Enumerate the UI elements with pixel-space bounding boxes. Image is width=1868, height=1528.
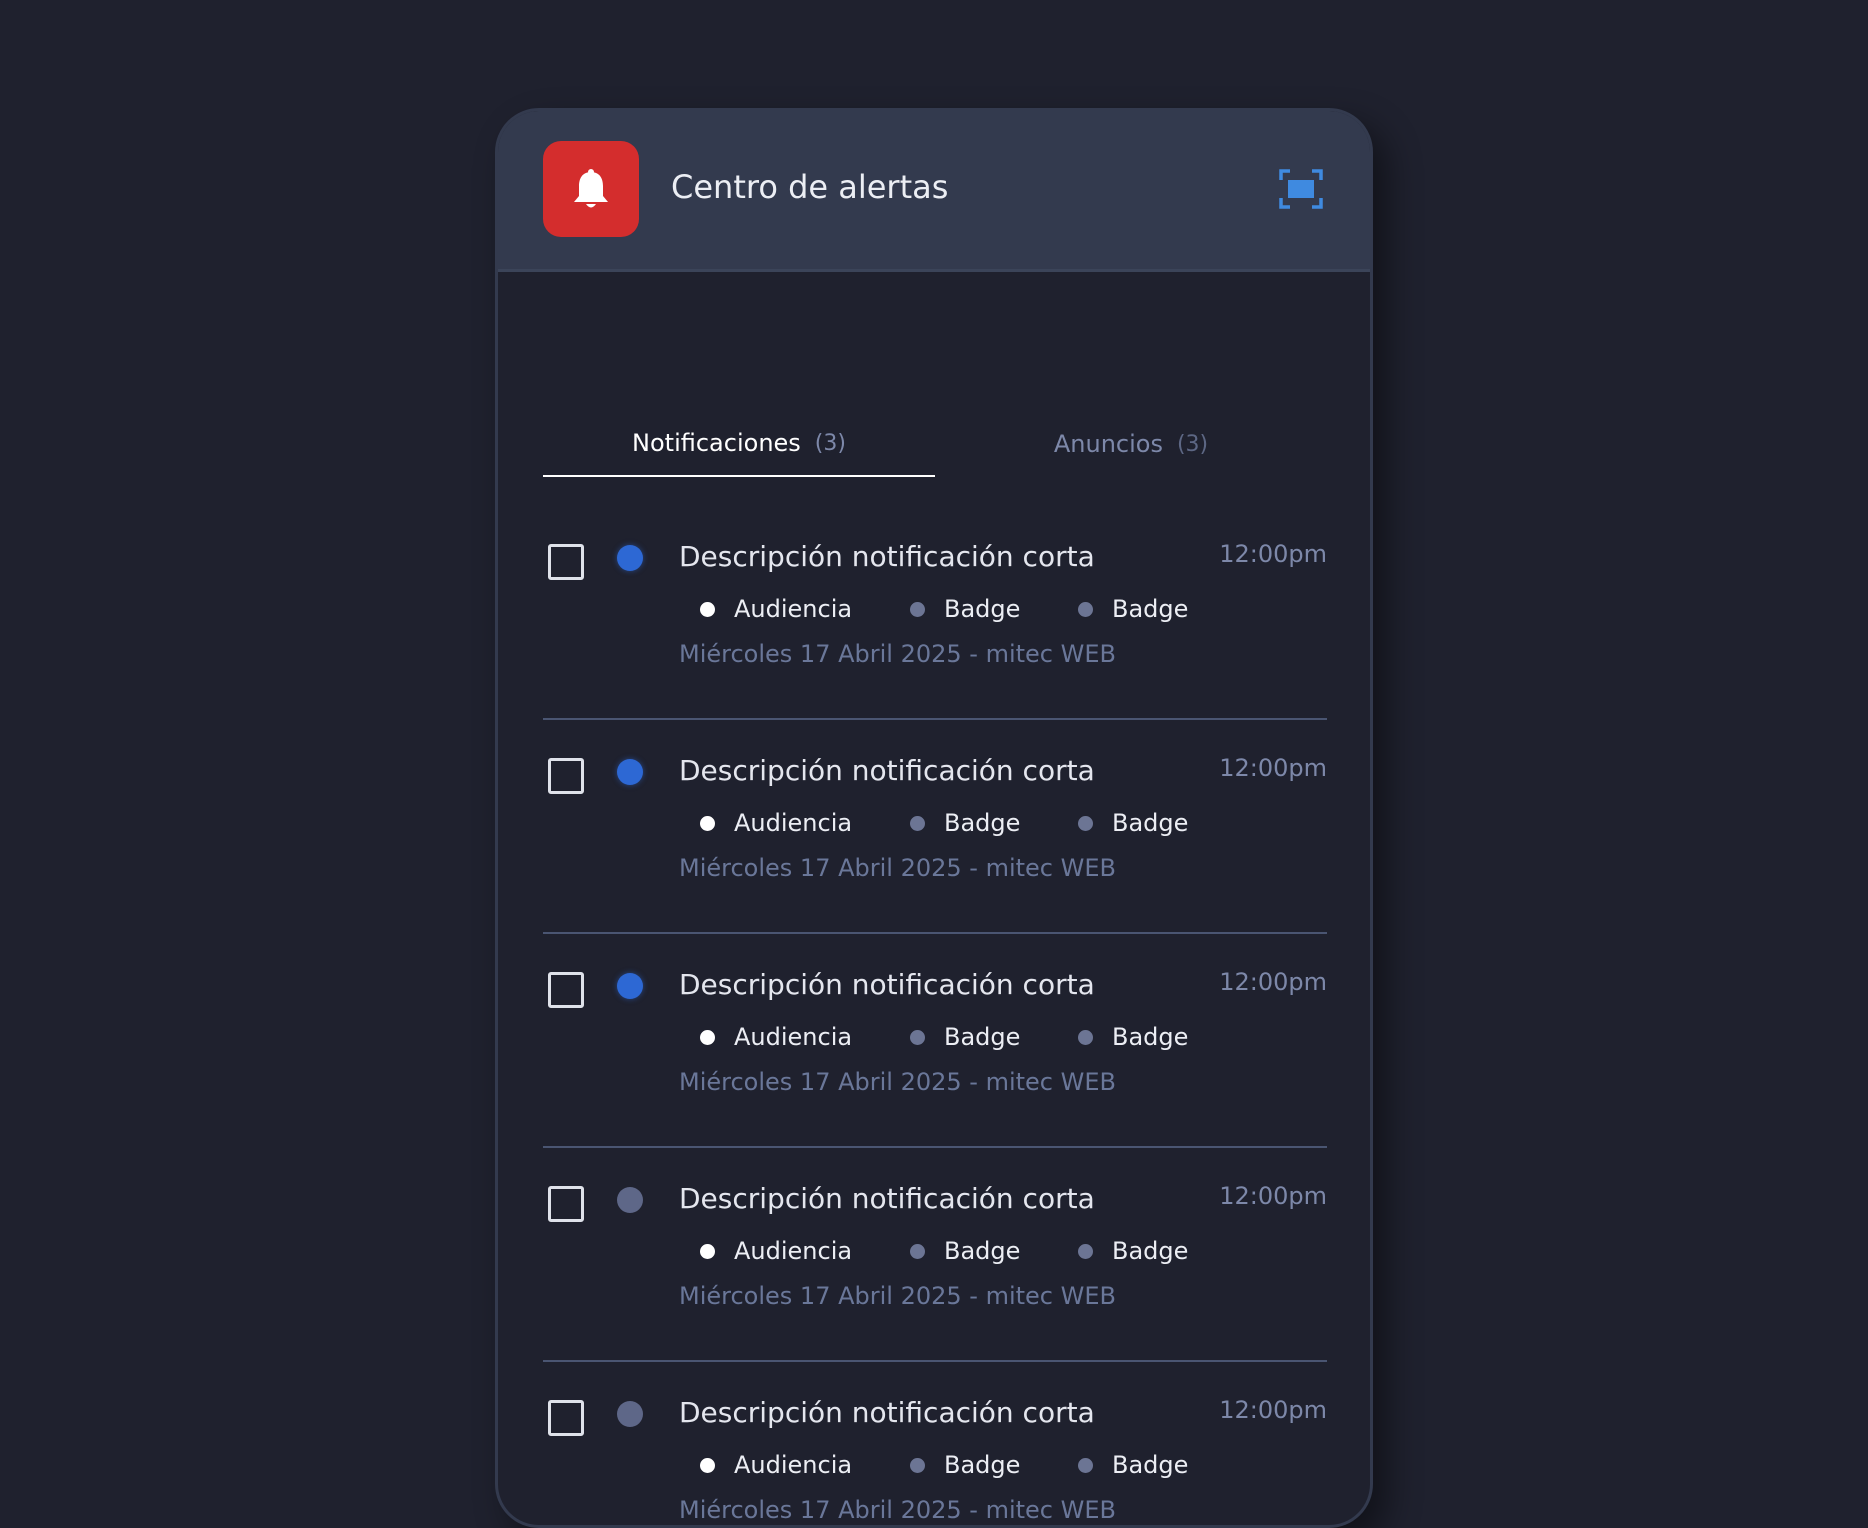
badge: Audiencia [700,1023,910,1051]
notification-title: Descripción notificación corta [679,754,1095,787]
notification-item[interactable]: Descripción notificación corta 12:00pm A… [543,1362,1327,1525]
notification-item[interactable]: Descripción notificación corta 12:00pm A… [543,720,1327,934]
notification-item[interactable]: Descripción notificación corta 12:00pm A… [543,506,1327,720]
tab-label: Notificaciones [632,429,801,457]
bell-icon [574,169,608,208]
badge-dot [910,1243,925,1259]
badge-dot [700,1457,715,1473]
select-checkbox[interactable] [548,1186,584,1222]
notification-meta: Miércoles 17 Abril 2025 - mitec WEB [679,1282,1116,1310]
badge-label: Badge [944,595,1021,623]
expand-button[interactable] [1279,169,1323,209]
notification-title: Descripción notificación corta [679,968,1095,1001]
badge-dot [1078,1243,1093,1259]
badge-dot [910,601,925,617]
badge-dot [700,1243,715,1259]
tab-count: (3) [814,430,846,456]
badge: Audiencia [700,1451,910,1479]
badge: Badge [1078,1237,1188,1265]
badge-label: Badge [944,1451,1021,1479]
tab-anuncios[interactable]: Anuncios (3) [935,411,1327,477]
badge-label: Badge [1112,595,1189,623]
notification-meta: Miércoles 17 Abril 2025 - mitec WEB [679,854,1116,882]
notification-time: 12:00pm [1219,1396,1327,1424]
badge-dot [1078,601,1093,617]
badge: Audiencia [700,809,910,837]
notification-title: Descripción notificación corta [679,1396,1095,1429]
unread-indicator [617,759,643,785]
badge: Badge [910,1237,1078,1265]
notification-time: 12:00pm [1219,968,1327,996]
notification-time: 12:00pm [1219,754,1327,782]
unread-indicator [617,973,643,999]
badge-dot [1078,1457,1093,1473]
badge-label: Audiencia [734,595,853,623]
badge-dot [910,815,925,831]
notification-time: 12:00pm [1219,1182,1327,1210]
badge-label: Badge [1112,1023,1189,1051]
badge: Audiencia [700,595,910,623]
fullscreen-icon [1279,169,1323,209]
notification-item[interactable]: Descripción notificación corta 12:00pm A… [543,934,1327,1148]
badge-dot [700,815,715,831]
badge: Badge [1078,1451,1188,1479]
alerts-panel: Centro de alertas Notificaciones (3) Anu… [495,108,1373,1528]
badge-label: Badge [1112,809,1189,837]
notification-item[interactable]: Descripción notificación corta 12:00pm A… [543,1148,1327,1362]
badge: Badge [910,1451,1078,1479]
tab-count: (3) [1176,431,1209,457]
badge-dot [700,1029,715,1045]
badge-row: Audiencia Badge Badge [700,1022,1188,1052]
badge-dot [1078,1029,1093,1045]
page-title: Centro de alertas [671,168,949,206]
badge-label: Badge [1112,1237,1189,1265]
badge-dot [910,1457,925,1473]
notification-title: Descripción notificación corta [679,540,1095,573]
badge: Badge [910,809,1078,837]
badge-row: Audiencia Badge Badge [700,808,1188,838]
notification-meta: Miércoles 17 Abril 2025 - mitec WEB [679,640,1116,668]
badge-dot [700,601,715,617]
badge-label: Badge [944,1023,1021,1051]
badge-label: Badge [944,1237,1021,1265]
badge-label: Audiencia [734,809,853,837]
badge: Badge [1078,809,1188,837]
notification-time: 12:00pm [1219,540,1327,568]
read-indicator [617,1187,643,1213]
tab-label: Anuncios [1053,430,1163,458]
panel-header: Centro de alertas [498,111,1370,272]
select-checkbox[interactable] [548,972,584,1008]
read-indicator [617,1401,643,1427]
notification-list: Descripción notificación corta 12:00pm A… [543,506,1327,1525]
badge-label: Audiencia [734,1023,853,1051]
badge-label: Badge [1112,1451,1189,1479]
badge-row: Audiencia Badge Badge [700,1236,1188,1266]
notification-meta: Miércoles 17 Abril 2025 - mitec WEB [679,1068,1116,1096]
badge-label: Audiencia [734,1451,853,1479]
badge-row: Audiencia Badge Badge [700,594,1188,624]
badge-dot [1078,815,1093,831]
tab-bar: Notificaciones (3) Anuncios (3) [543,411,1327,477]
badge: Badge [1078,1023,1188,1051]
app-icon [543,141,639,237]
notification-meta: Miércoles 17 Abril 2025 - mitec WEB [679,1496,1116,1524]
badge: Badge [910,1023,1078,1051]
notification-title: Descripción notificación corta [679,1182,1095,1215]
tab-notificaciones[interactable]: Notificaciones (3) [543,411,935,477]
unread-indicator [617,545,643,571]
badge-dot [910,1029,925,1045]
badge-row: Audiencia Badge Badge [700,1450,1188,1480]
badge-label: Badge [944,809,1021,837]
badge: Audiencia [700,1237,910,1265]
badge: Badge [910,595,1078,623]
badge: Badge [1078,595,1188,623]
select-checkbox[interactable] [548,758,584,794]
select-checkbox[interactable] [548,1400,584,1436]
badge-label: Audiencia [734,1237,853,1265]
select-checkbox[interactable] [548,544,584,580]
